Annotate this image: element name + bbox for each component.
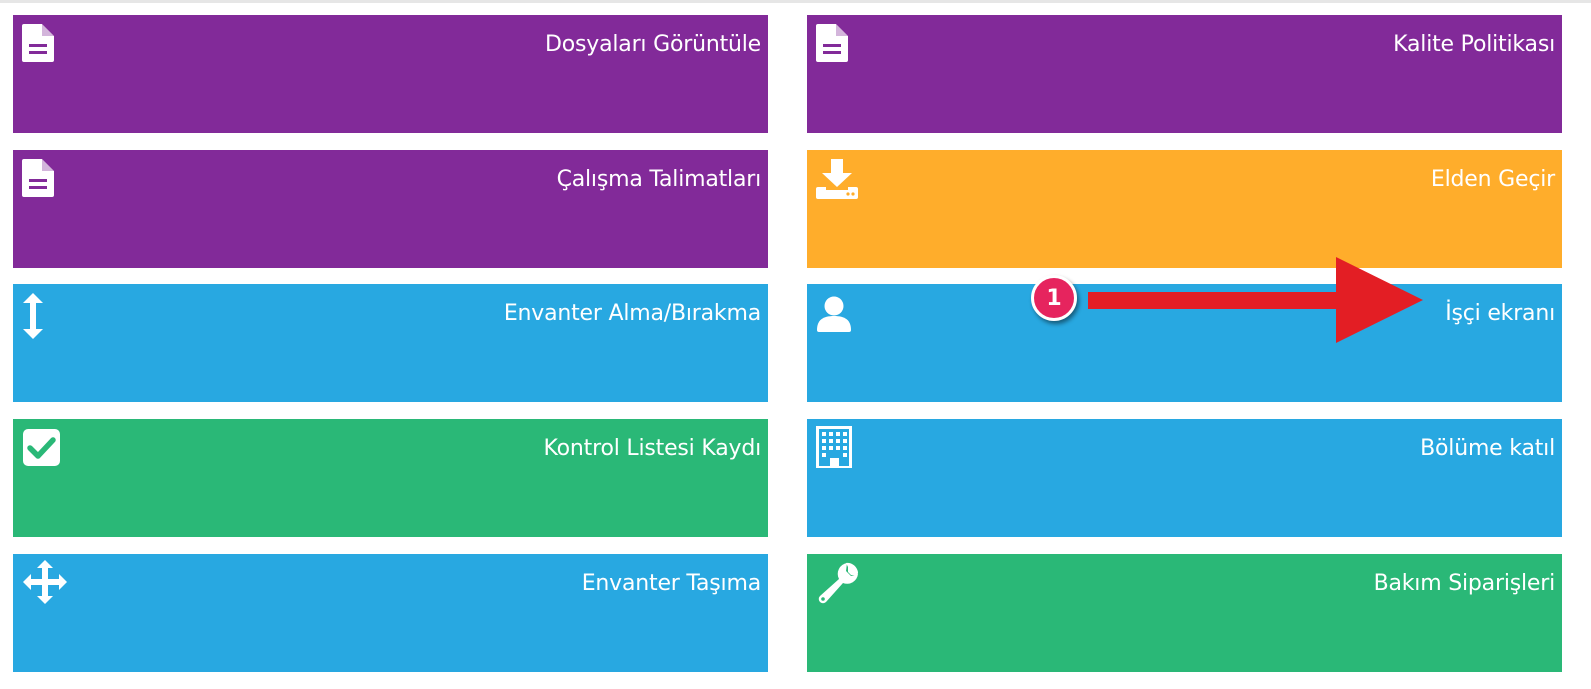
- tile-envanter-tasima[interactable]: Envanter Taşıma: [13, 554, 768, 672]
- tile-label: Dosyaları Görüntüle: [545, 32, 761, 57]
- tile-label: Bakım Siparişleri: [1373, 571, 1556, 596]
- document-icon: [22, 159, 68, 205]
- user-icon: [816, 296, 862, 342]
- tile-label: İşçi ekranı: [1445, 301, 1555, 326]
- tile-label: Envanter Alma/Bırakma: [503, 301, 761, 326]
- tile-label: Envanter Taşıma: [581, 571, 761, 596]
- checkbox-icon: [23, 429, 69, 475]
- tile-bakim-siparisleri[interactable]: Bakım Siparişleri: [807, 554, 1562, 672]
- tile-envanter-alma-birakma[interactable]: Envanter Alma/Bırakma: [13, 284, 768, 402]
- tile-kalite-politikasi[interactable]: Kalite Politikası: [807, 15, 1562, 133]
- tile-label: Kalite Politikası: [1393, 32, 1555, 57]
- tile-dosyalari-goruntule[interactable]: Dosyaları Görüntüle: [13, 15, 768, 133]
- top-border: [0, 0, 1591, 3]
- document-icon: [816, 24, 862, 70]
- wrench-icon: [817, 562, 863, 608]
- tile-label: Elden Geçir: [1430, 167, 1555, 192]
- tile-isci-ekrani[interactable]: İşçi ekranı: [807, 284, 1562, 402]
- tile-label: Bölüme katıl: [1420, 436, 1555, 461]
- tile-calisma-talimatlari[interactable]: Çalışma Talimatları: [13, 150, 768, 268]
- building-icon: [816, 426, 862, 472]
- download-tray-icon: [816, 159, 862, 205]
- tile-elden-gecir[interactable]: Elden Geçir: [807, 150, 1562, 268]
- tile-bolume-katil[interactable]: Bölüme katıl: [807, 419, 1562, 537]
- move-arrows-icon: [23, 560, 69, 606]
- tile-kontrol-listesi-kaydi[interactable]: Kontrol Listesi Kaydı: [13, 419, 768, 537]
- step-number-badge: 1: [1031, 275, 1077, 321]
- document-icon: [22, 24, 68, 70]
- tile-label: Çalışma Talimatları: [556, 167, 762, 192]
- vertical-arrows-icon: [22, 293, 68, 339]
- tile-label: Kontrol Listesi Kaydı: [543, 436, 762, 461]
